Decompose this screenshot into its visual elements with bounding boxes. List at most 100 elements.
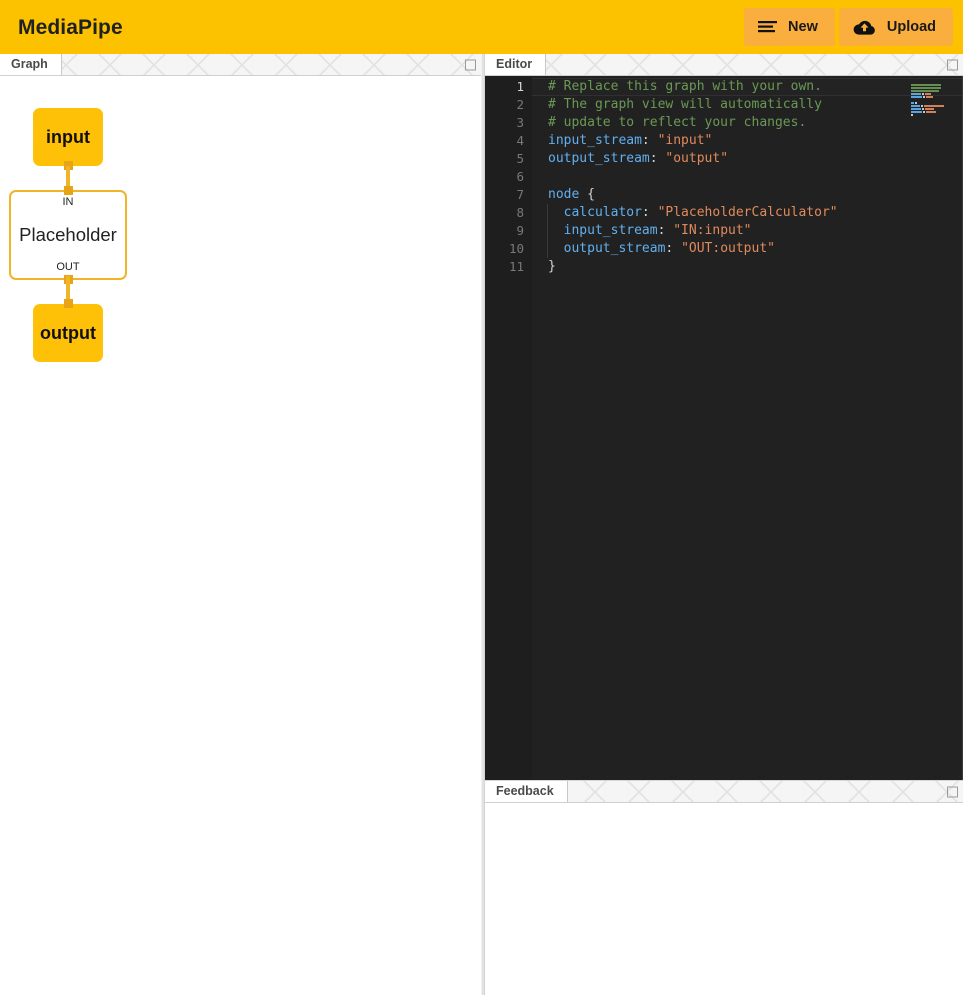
- code-line[interactable]: node {: [532, 186, 963, 204]
- code-token-key: input_stream: [548, 223, 658, 238]
- code-token-comment: # update to reflect your changes.: [548, 115, 806, 130]
- feedback-content: [485, 803, 963, 995]
- placeholder-port-in[interactable]: [64, 186, 73, 195]
- cloud-upload-icon: [853, 19, 876, 36]
- code-token-comment: # The graph view will automatically: [548, 97, 822, 112]
- code-token-key: output_stream: [548, 151, 650, 166]
- line-number: 5: [485, 150, 532, 168]
- line-number: 7: [485, 186, 532, 204]
- minimap-segment: [911, 108, 921, 110]
- graph-canvas[interactable]: input IN Placeholder OUT output: [0, 76, 481, 995]
- editor-line-number-gutter: 1234567891011: [485, 76, 532, 780]
- node-output-label[interactable]: output: [33, 304, 103, 362]
- tab-feedback[interactable]: Feedback: [485, 781, 568, 802]
- code-line[interactable]: # update to reflect your changes.: [532, 114, 963, 132]
- code-line[interactable]: }: [532, 258, 963, 276]
- line-number: 11: [485, 258, 532, 276]
- new-button-label: New: [788, 20, 818, 35]
- code-token-comment: # Replace this graph with your own.: [548, 79, 822, 94]
- code-line[interactable]: output_stream: "OUT:output": [532, 240, 963, 258]
- editor-code-area[interactable]: # Replace this graph with your own. # The…: [532, 76, 963, 780]
- placeholder-in-label: IN: [63, 197, 74, 208]
- code-token-string: "output": [665, 151, 728, 166]
- node-input-label[interactable]: input: [33, 108, 103, 166]
- minimap-segment: [922, 93, 924, 95]
- minimap-segment: [926, 96, 933, 98]
- graph-node-input[interactable]: input: [33, 108, 103, 166]
- minimap-segment: [911, 105, 920, 107]
- minimap-line: [911, 96, 953, 98]
- code-token-punct: :: [642, 205, 658, 220]
- code-line[interactable]: output_stream: "output": [532, 150, 963, 168]
- line-number: 4: [485, 132, 532, 150]
- app-header: MediaPipe New: [0, 0, 963, 54]
- line-number: 10: [485, 240, 532, 258]
- code-line[interactable]: input_stream: "IN:input": [532, 222, 963, 240]
- minimap-segment: [925, 108, 934, 110]
- minimap-line: [911, 108, 953, 110]
- page-title: MediaPipe: [18, 17, 123, 38]
- placeholder-out-label: OUT: [56, 262, 79, 273]
- app-root: MediaPipe New: [0, 0, 963, 995]
- minimap-line: [911, 105, 953, 107]
- code-token-punct: :: [658, 223, 674, 238]
- editor-tabbar: Editor: [485, 54, 963, 76]
- code-token-key: calculator: [548, 205, 642, 220]
- minimap-segment: [911, 84, 941, 86]
- indent-guide: [547, 204, 548, 258]
- graph-maximize-icon[interactable]: [465, 59, 476, 70]
- code-line[interactable]: [532, 168, 963, 186]
- minimap-segment: [911, 114, 913, 116]
- editor-maximize-icon[interactable]: [947, 59, 958, 70]
- minimap-line: [911, 114, 953, 116]
- code-token-punct: :: [665, 241, 681, 256]
- editor-panel: Editor 1234567891011 # Replace this grap…: [485, 54, 963, 780]
- minimap-line: [911, 93, 953, 95]
- minimap-segment: [911, 93, 921, 95]
- code-token-plain: [579, 187, 587, 202]
- code-line[interactable]: input_stream: "input": [532, 132, 963, 150]
- code-line[interactable]: # The graph view will automatically: [532, 96, 963, 114]
- minimap-segment: [925, 93, 931, 95]
- list-lines-icon: [758, 20, 777, 35]
- code-token-string: "IN:input": [673, 223, 751, 238]
- minimap-line: [911, 90, 953, 92]
- new-button[interactable]: New: [744, 8, 835, 46]
- minimap-segment: [911, 111, 922, 113]
- code-token-punct: {: [587, 187, 595, 202]
- feedback-tabbar: Feedback: [485, 781, 963, 803]
- code-editor[interactable]: 1234567891011 # Replace this graph with …: [485, 76, 963, 780]
- minimap-segment: [911, 90, 939, 92]
- minimap-segment: [924, 105, 944, 107]
- minimap-line: [911, 111, 953, 113]
- code-minimap[interactable]: [911, 84, 953, 114]
- code-token-punct: :: [642, 133, 658, 148]
- minimap-segment: [911, 87, 941, 89]
- tab-graph[interactable]: Graph: [0, 54, 62, 75]
- feedback-panel: Feedback: [485, 780, 963, 995]
- code-token-key: output_stream: [548, 241, 665, 256]
- upload-button[interactable]: Upload: [839, 8, 953, 46]
- graph-node-output[interactable]: output: [33, 304, 103, 362]
- graph-node-placeholder[interactable]: IN Placeholder OUT: [9, 190, 127, 280]
- placeholder-title: Placeholder: [19, 226, 117, 245]
- line-number: 3: [485, 114, 532, 132]
- code-token-punct: }: [548, 259, 556, 274]
- tab-editor[interactable]: Editor: [485, 54, 546, 75]
- graph-panel: Graph input IN Placeholder OUT: [0, 54, 481, 995]
- code-line[interactable]: calculator: "PlaceholderCalculator": [532, 204, 963, 222]
- line-number: 1: [485, 78, 532, 96]
- line-number: 8: [485, 204, 532, 222]
- code-token-punct: :: [650, 151, 666, 166]
- right-column: Editor 1234567891011 # Replace this grap…: [485, 54, 963, 995]
- node-output-port-in[interactable]: [64, 299, 73, 308]
- minimap-segment: [921, 105, 923, 107]
- line-number: 9: [485, 222, 532, 240]
- feedback-maximize-icon[interactable]: [947, 786, 958, 797]
- upload-button-label: Upload: [887, 20, 936, 35]
- code-token-key: node: [548, 187, 579, 202]
- minimap-segment: [923, 111, 925, 113]
- minimap-segment: [923, 96, 925, 98]
- code-line[interactable]: # Replace this graph with your own.: [532, 78, 963, 96]
- line-number: 6: [485, 168, 532, 186]
